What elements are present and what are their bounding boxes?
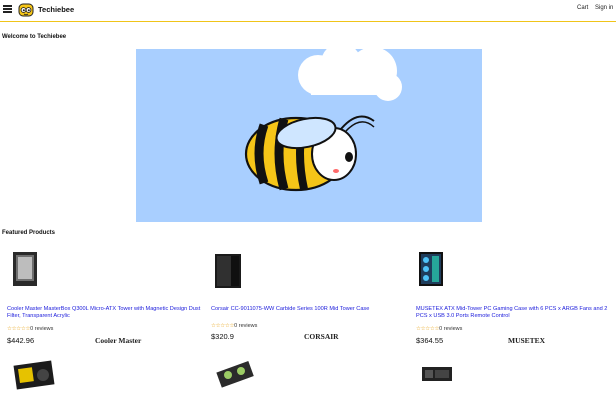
product-image[interactable] [211, 250, 247, 290]
hero-banner [136, 49, 482, 222]
product-image[interactable] [7, 250, 43, 290]
product-price: $320.9 [211, 332, 234, 341]
star-rating-icon: ☆☆☆☆☆ [211, 323, 235, 329]
bee-illustration [244, 49, 402, 192]
hamburger-menu-icon[interactable] [3, 5, 12, 13]
product-brand: MUSETEX [508, 336, 546, 345]
product-rating: ☆☆☆☆☆0 reviews [7, 326, 53, 332]
product-price: $364.55 [416, 336, 444, 345]
product-title[interactable]: MUSETEX ATX Mid-Tower PC Gaming Case wit… [416, 306, 616, 319]
star-rating-icon: ☆☆☆☆☆ [7, 326, 31, 332]
product-title[interactable]: Corsair CC-9011075-WW Carbide Series 100… [211, 306, 411, 313]
product-title[interactable]: Cooler Master MasterBox Q300L Micro-ATX … [7, 306, 207, 319]
brand-name[interactable]: Techiebee [38, 5, 74, 14]
top-navbar: Techiebee Cart Sign in [0, 0, 616, 22]
product-rating: ☆☆☆☆☆0 reviews [416, 326, 462, 332]
signin-link[interactable]: Sign in [595, 5, 613, 11]
review-count: 0 reviews [30, 326, 54, 332]
product-rating: ☆☆☆☆☆0 reviews [211, 323, 257, 329]
product-image[interactable] [216, 358, 256, 388]
product-image[interactable] [13, 357, 59, 391]
review-count: 0 reviews [439, 326, 463, 332]
bee-logo-icon[interactable] [18, 2, 34, 18]
featured-heading: Featured Products [2, 230, 56, 236]
product-brand: Cooler Master [95, 336, 142, 345]
product-image[interactable] [416, 250, 452, 290]
welcome-heading: Welcome to Techiebee [2, 34, 67, 40]
product-image[interactable] [420, 361, 454, 385]
product-price: $442.96 [7, 336, 35, 345]
star-rating-icon: ☆☆☆☆☆ [416, 326, 440, 332]
review-count: 0 reviews [234, 323, 258, 329]
product-brand: CORSAIR [304, 332, 339, 341]
cart-link[interactable]: Cart [577, 5, 588, 11]
